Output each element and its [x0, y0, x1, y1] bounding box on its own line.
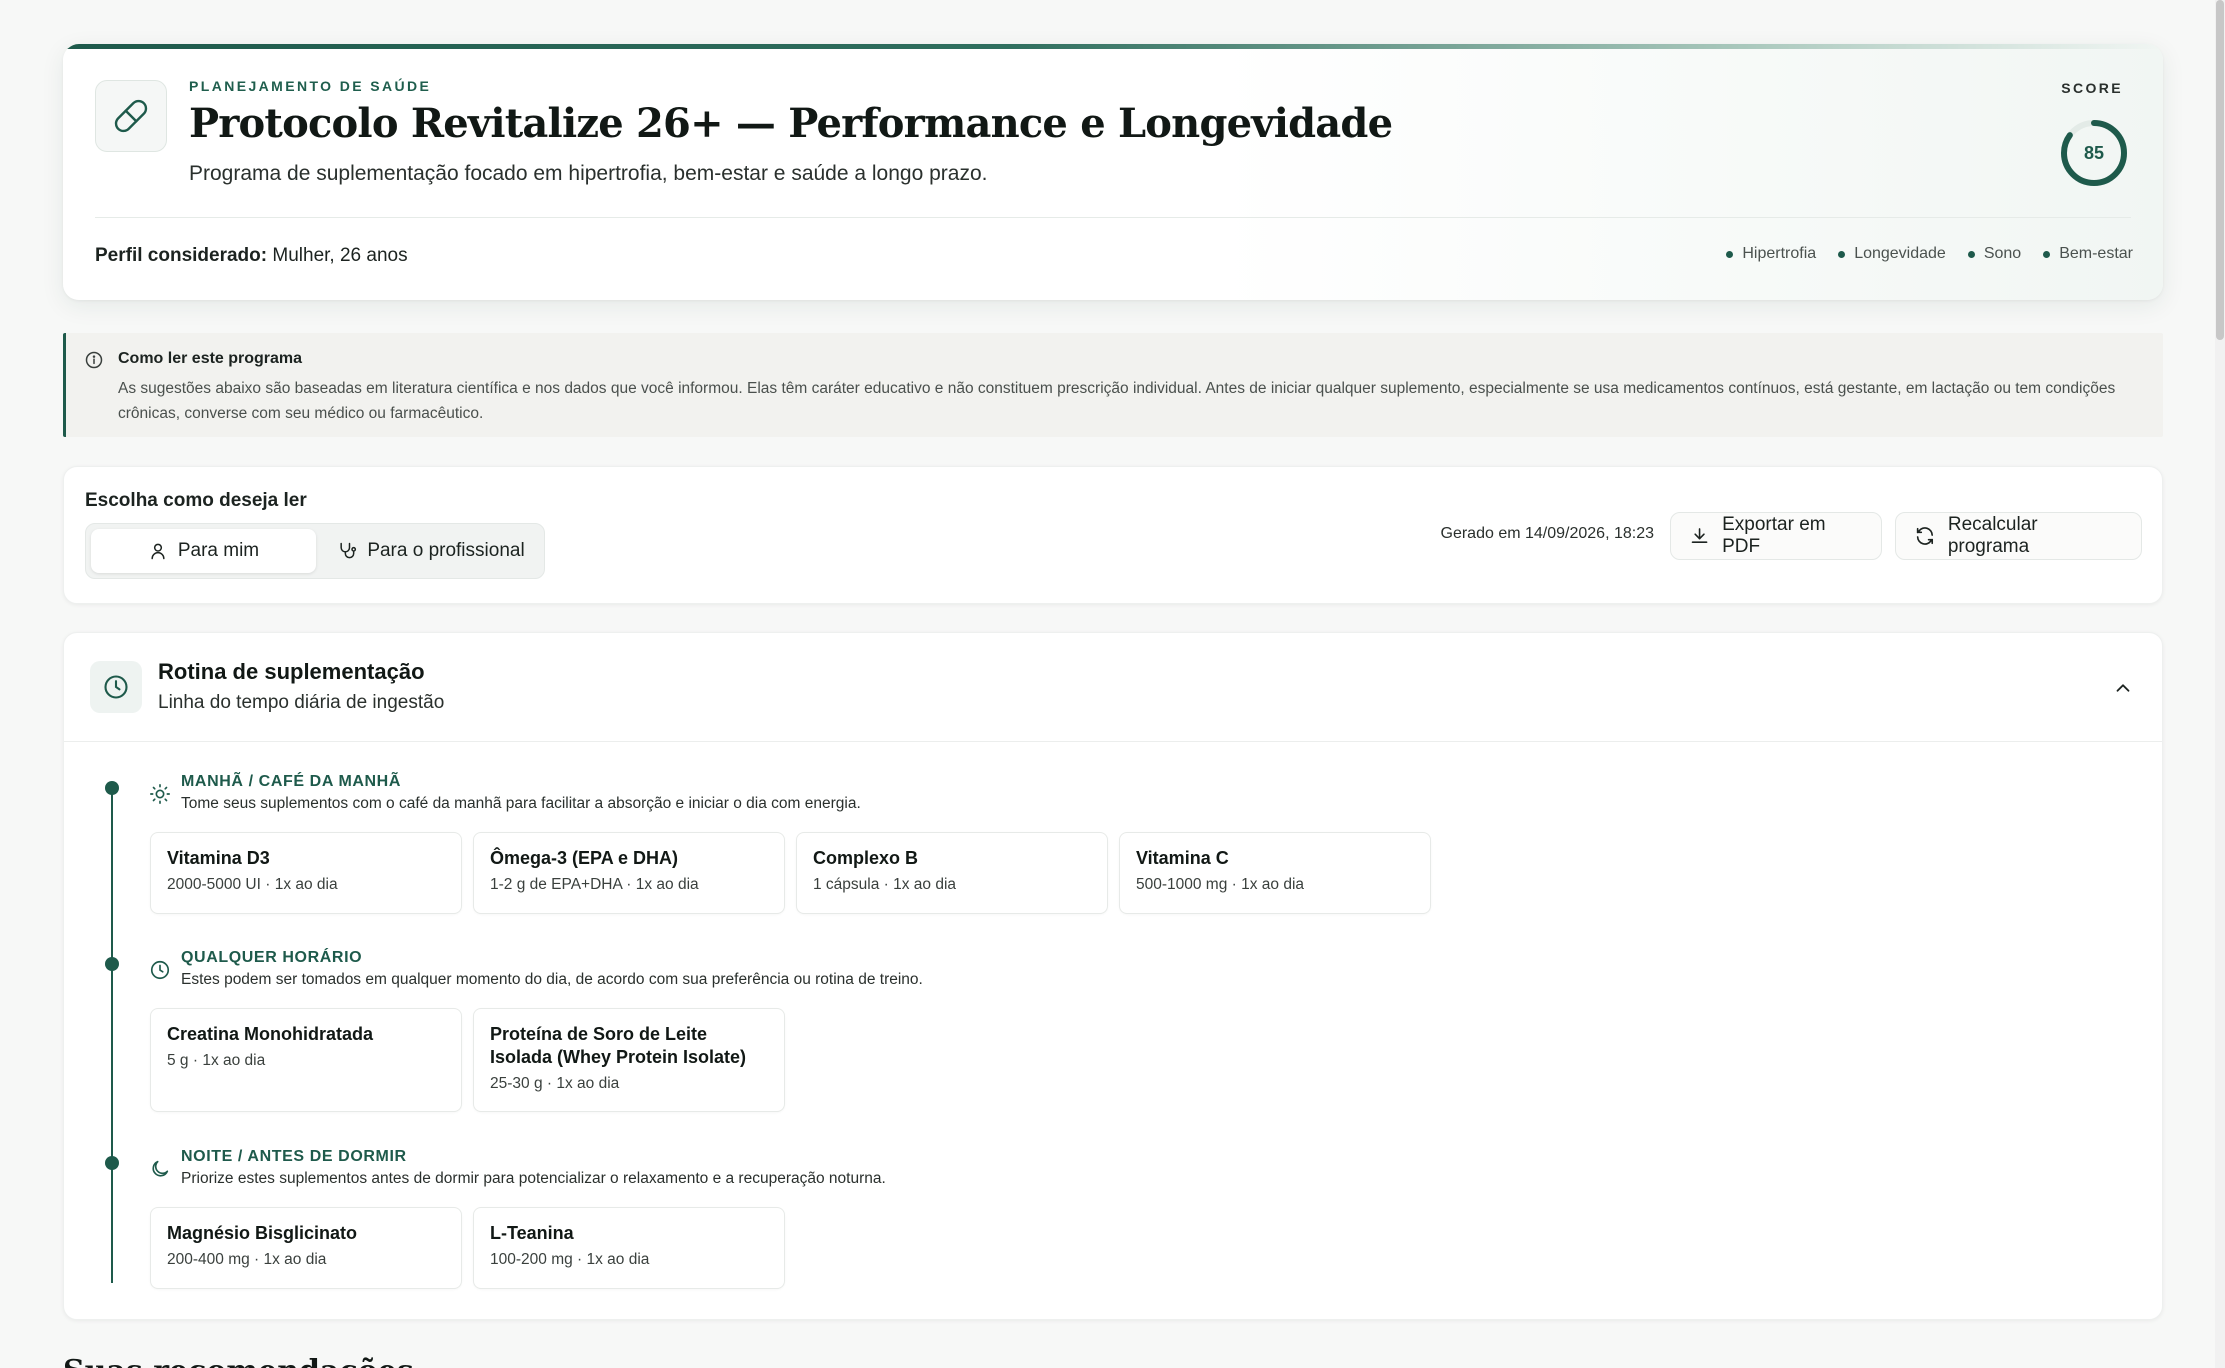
goal-tags: Hipertrofia Longevidade Sono Bem-estar	[1726, 245, 2133, 263]
reading-mode-card: Escolha como deseja ler Para mim Para o …	[63, 466, 2163, 604]
recalculate-button[interactable]: Recalcular programa	[1895, 512, 2142, 560]
supplement-name: Proteína de Soro de Leite Isolada (Whey …	[490, 1024, 747, 1067]
supplement-card[interactable]: Magnésio Bisglicinato 200-400 mg · 1x ao…	[150, 1207, 462, 1289]
info-callout: Como ler este programa As sugestões abai…	[63, 333, 2163, 437]
info-icon	[84, 350, 104, 375]
supplement-card[interactable]: Complexo B 1 cápsula · 1x ao dia	[796, 832, 1108, 914]
profile-value: Mulher, 26 anos	[272, 245, 408, 266]
reading-mode-toggle: Para mim Para o profissional	[85, 523, 545, 579]
routine-card: Rotina de suplementação Linha do tempo d…	[63, 632, 2163, 1320]
export-pdf-label: Exportar em PDF	[1722, 514, 1826, 557]
moon-icon	[149, 1158, 171, 1185]
timeline-line	[111, 783, 113, 1283]
download-icon	[1691, 528, 1708, 543]
score-label: SCORE	[2061, 80, 2123, 96]
mode-option-professional[interactable]: Para o profissional	[324, 529, 538, 573]
info-body: As sugestões abaixo são baseadas em lite…	[118, 380, 2116, 422]
collapse-button[interactable]	[2112, 677, 2134, 704]
goal-tag-label: Bem-estar	[2059, 245, 2133, 262]
supplement-dose: 100-200 mg · 1x ao dia	[490, 1251, 650, 1268]
supplement-name: L-Teanina	[490, 1223, 574, 1243]
supplement-name: Ômega-3 (EPA e DHA)	[490, 848, 679, 868]
supplement-card[interactable]: Ômega-3 (EPA e DHA) 1-2 g de EPA+DHA · 1…	[473, 832, 785, 914]
mode-option-label: Para o profissional	[367, 540, 525, 561]
group-title: MANHÃ / CAFÉ DA MANHÃ	[181, 773, 401, 790]
routine-title: Rotina de suplementação	[158, 659, 425, 684]
goal-tag: Sono	[1967, 245, 2022, 263]
profile-info: Perfil considerado: Mulher, 26 anos	[95, 245, 408, 267]
group-title: NOITE / ANTES DE DORMIR	[181, 1148, 407, 1165]
supplement-card[interactable]: Creatina Monohidratada 5 g · 1x ao dia	[150, 1008, 462, 1112]
pill-icon	[95, 80, 167, 152]
chevron-up-icon	[2116, 684, 2130, 692]
dot-icon	[2043, 250, 2051, 258]
header-divider	[95, 217, 2131, 218]
header-accent-bar	[63, 44, 2163, 49]
supplement-card[interactable]: Vitamina D3 2000-5000 UI · 1x ao dia	[150, 832, 462, 914]
page-title: Protocolo Revitalize 26+ — Performance e…	[189, 100, 1393, 147]
supplement-card[interactable]: Proteína de Soro de Leite Isolada (Whey …	[473, 1008, 785, 1112]
page-subtitle: Programa de suplementação focado em hipe…	[189, 162, 988, 185]
clock-icon	[90, 661, 142, 713]
supplement-dose: 25-30 g · 1x ao dia	[490, 1075, 620, 1092]
info-title: Como ler este programa	[118, 350, 303, 367]
group-title: QUALQUER HORÁRIO	[181, 949, 363, 966]
group-description: Tome seus suplementos com o café da manh…	[181, 795, 861, 812]
timeline-dot	[105, 957, 119, 971]
goal-tag-label: Longevidade	[1854, 245, 1946, 262]
timeline-dot	[105, 781, 119, 795]
export-pdf-button[interactable]: Exportar em PDF	[1670, 512, 1882, 560]
supplement-name: Complexo B	[813, 848, 919, 868]
supplement-name: Creatina Monohidratada	[167, 1024, 374, 1044]
dot-icon	[1967, 250, 1975, 258]
supplement-name: Magnésio Bisglicinato	[167, 1223, 358, 1243]
goal-tag: Bem-estar	[2043, 245, 2133, 263]
supplement-name: Vitamina C	[1136, 848, 1229, 868]
routine-subtitle: Linha do tempo diária de ingestão	[158, 692, 445, 713]
stethoscope-icon	[340, 542, 357, 559]
supplement-dose: 200-400 mg · 1x ao dia	[167, 1251, 327, 1268]
score-ring: 85	[2059, 118, 2129, 188]
mode-option-personal[interactable]: Para mim	[91, 529, 316, 573]
routine-divider	[64, 741, 2162, 742]
supplement-card[interactable]: Vitamina C 500-1000 mg · 1x ao dia	[1119, 832, 1431, 914]
scrollbar-thumb[interactable]	[2216, 0, 2224, 340]
goal-tag: Hipertrofia	[1726, 245, 1816, 263]
supplement-dose: 1-2 g de EPA+DHA · 1x ao dia	[490, 876, 699, 893]
sun-icon	[149, 783, 171, 810]
next-section-title: Suas recomendações	[63, 1354, 414, 1368]
dot-icon	[1726, 250, 1734, 258]
profile-label: Perfil considerado:	[95, 245, 268, 266]
recalculate-label: Recalcular programa	[1947, 514, 2038, 557]
goal-tag-label: Hipertrofia	[1742, 245, 1817, 262]
refresh-icon	[1916, 527, 1934, 545]
program-header-card: PLANEJAMENTO DE SAÚDE Protocolo Revitali…	[63, 44, 2163, 300]
dot-icon	[1838, 250, 1846, 258]
header-eyebrow: PLANEJAMENTO DE SAÚDE	[189, 78, 432, 94]
goal-tag: Longevidade	[1838, 245, 1946, 263]
generated-timestamp: Gerado em 14/09/2026, 18:23	[1440, 525, 1655, 542]
page-scrollbar[interactable]	[2215, 0, 2225, 1368]
score-value: 85	[2084, 143, 2104, 163]
supplement-name: Vitamina D3	[167, 848, 270, 868]
supplement-dose: 500-1000 mg · 1x ao dia	[1136, 876, 1305, 893]
timeline-dot	[105, 1156, 119, 1170]
supplement-dose: 2000-5000 UI · 1x ao dia	[167, 876, 338, 893]
clock-icon	[149, 959, 171, 986]
goal-tag-label: Sono	[1983, 245, 2022, 262]
supplement-dose: 1 cápsula · 1x ao dia	[813, 876, 957, 893]
supplement-card[interactable]: L-Teanina 100-200 mg · 1x ao dia	[473, 1207, 785, 1289]
supplement-dose: 5 g · 1x ao dia	[167, 1052, 266, 1069]
user-icon	[151, 543, 165, 560]
mode-option-label: Para mim	[177, 540, 260, 561]
group-description: Priorize estes suplementos antes de dorm…	[181, 1170, 886, 1187]
group-description: Estes podem ser tomados em qualquer mome…	[181, 971, 923, 988]
reading-mode-label: Escolha como deseja ler	[85, 490, 307, 511]
